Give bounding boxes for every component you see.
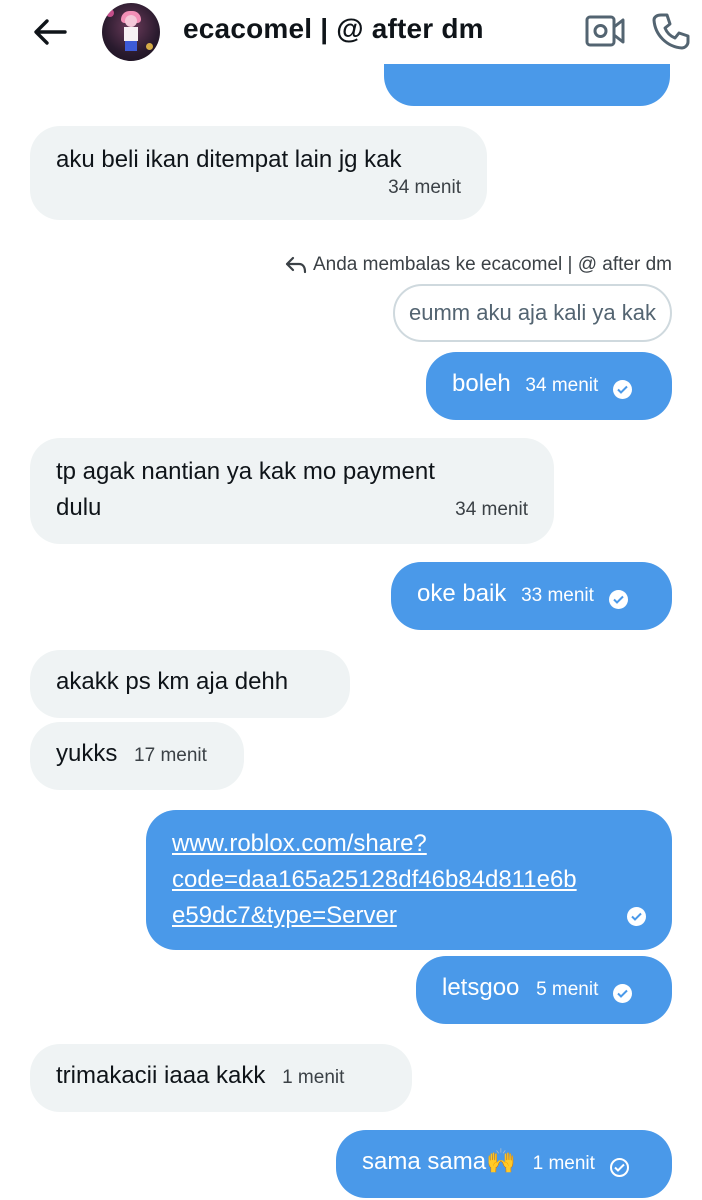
message-time: 34 menit [455, 499, 528, 520]
conversation-header: ecacomel | @ after dm [0, 0, 702, 64]
message-bubble[interactable]: sama sama🙌 1 menit [336, 1130, 672, 1198]
reply-context-label: Anda membalas ke ecacomel | @ after dm [285, 254, 672, 276]
link-line[interactable]: www.roblox.com/share? [172, 826, 646, 862]
conversation-title[interactable]: ecacomel | @ after dm [183, 13, 484, 45]
message-text: letsgoo [442, 974, 520, 1001]
message-time: 1 menit [282, 1067, 345, 1088]
check-circle-outline-icon [609, 1158, 629, 1177]
back-button[interactable] [26, 10, 74, 54]
quoted-message[interactable]: eumm aku aja kali ya kak [393, 284, 672, 342]
phone-icon [652, 12, 690, 50]
message-bubble[interactable]: letsgoo 5 menit [416, 956, 672, 1024]
message-text: boleh [452, 370, 511, 397]
message-text: sama sama🙌 [362, 1148, 516, 1175]
message-text: akakk ps km aja dehh [56, 668, 289, 695]
avatar[interactable] [102, 3, 160, 61]
message-bubble[interactable]: aku beli ikan ditempat lain jg kak 34 me… [30, 126, 487, 220]
message-time: 34 menit [525, 375, 599, 396]
message-text: yukks [56, 740, 118, 767]
message-bubble[interactable]: yukks 17 menit [30, 722, 244, 790]
message-bubble[interactable]: trimakacii iaaa kakk 1 menit [30, 1044, 412, 1112]
message-list[interactable]: aku beli ikan ditempat lain jg kak 34 me… [0, 24, 702, 1200]
check-circle-icon [613, 984, 633, 1003]
video-camera-icon [585, 14, 625, 48]
message-bubble[interactable]: www.roblox.com/share? code=daa165a25128d… [146, 810, 672, 950]
check-circle-icon [612, 380, 632, 399]
link-line[interactable]: code=daa165a25128df46b84d811e6b [172, 862, 646, 898]
message-text: oke baik [417, 580, 507, 607]
message-time: 1 menit [532, 1153, 595, 1174]
message-text-line: tp agak nantian ya kak mo payment [56, 458, 435, 485]
message-time: 33 menit [521, 585, 594, 606]
message-time: 17 menit [134, 745, 207, 766]
message-text: trimakacii iaaa kakk [56, 1062, 266, 1089]
message-bubble[interactable]: boleh 34 menit [426, 352, 672, 420]
voice-call-button[interactable] [650, 10, 692, 52]
message-text-line: dulu [56, 494, 102, 521]
arrow-left-icon [33, 18, 67, 46]
reply-arrow-icon [285, 256, 307, 274]
message-time: 5 menit [536, 979, 599, 1000]
message-bubble[interactable]: tp agak nantian ya kak mo payment dulu 3… [30, 438, 554, 544]
reply-label-text: Anda membalas ke ecacomel | @ after dm [313, 254, 672, 275]
message-bubble[interactable]: oke baik 33 menit [391, 562, 672, 630]
message-bubble[interactable]: akakk ps km aja dehh [30, 650, 350, 718]
check-circle-icon [608, 590, 628, 609]
check-circle-icon [627, 906, 646, 926]
link-line[interactable]: e59dc7&type=Server [172, 898, 397, 934]
video-call-button[interactable] [584, 10, 626, 52]
